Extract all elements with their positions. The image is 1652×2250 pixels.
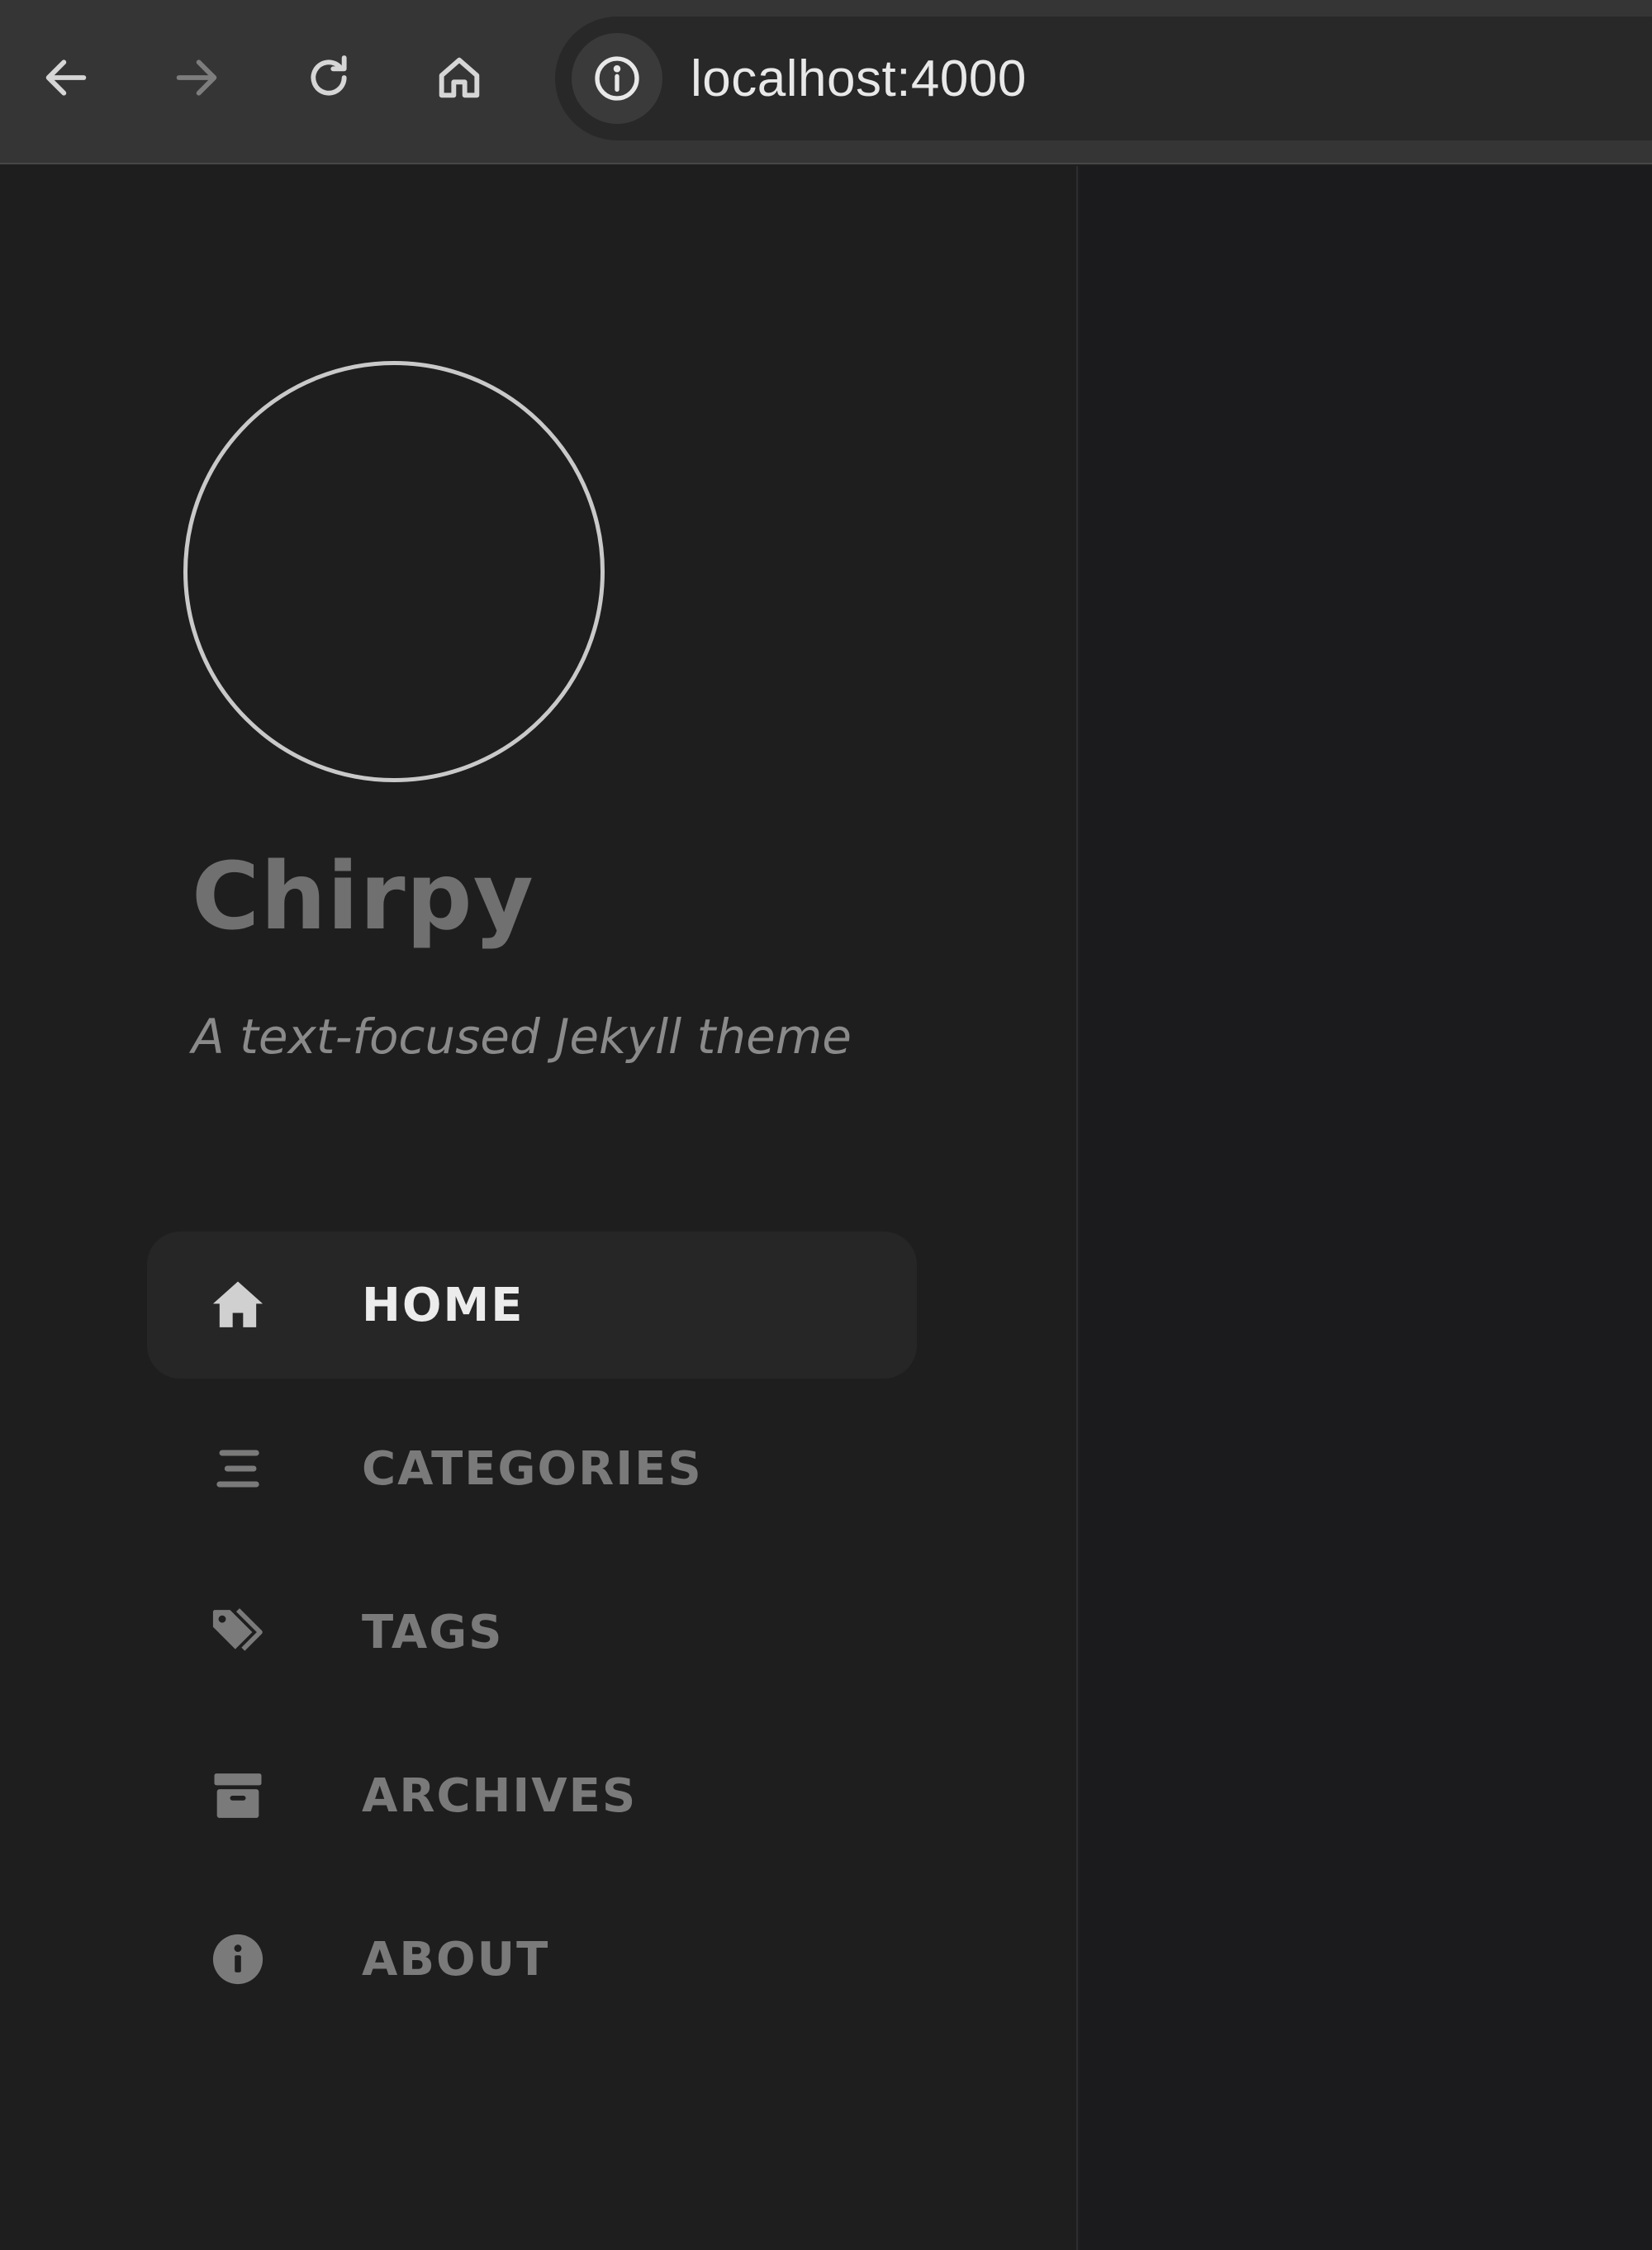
reload-button[interactable] [291, 40, 367, 116]
page: Chirpy A text-focused Jekyll theme HOME … [0, 166, 1652, 2250]
site-info-button[interactable] [572, 33, 662, 124]
url-text[interactable]: localhost:4000 [691, 17, 1027, 140]
sidebar: Chirpy A text-focused Jekyll theme HOME … [0, 166, 1078, 2250]
sidebar-nav: HOME CATEGORIES TAGS ARCHIVES ABOUT [147, 1232, 917, 2049]
browser-toolbar: localhost:4000 [0, 0, 1652, 164]
sidebar-item-label: ABOUT [362, 1932, 550, 1987]
forward-button[interactable] [159, 40, 235, 116]
reload-icon [311, 55, 347, 96]
archive-icon [205, 1763, 271, 1829]
back-button[interactable] [28, 40, 104, 116]
stream-icon [205, 1436, 271, 1502]
sidebar-item-label: HOME [362, 1278, 525, 1332]
info-circle-icon [205, 1926, 271, 1992]
home-icon [205, 1272, 271, 1338]
sidebar-item-label: ARCHIVES [362, 1768, 638, 1823]
sidebar-item-archives[interactable]: ARCHIVES [147, 1722, 917, 1869]
arrow-right-icon [176, 59, 217, 96]
home-button[interactable] [421, 40, 497, 116]
main-content [1080, 166, 1652, 2250]
sidebar-item-tags[interactable]: TAGS [147, 1559, 917, 1706]
address-bar[interactable]: localhost:4000 [555, 17, 1652, 140]
avatar[interactable] [183, 361, 605, 782]
sidebar-item-label: CATEGORIES [362, 1441, 703, 1496]
sidebar-item-categories[interactable]: CATEGORIES [147, 1395, 917, 1542]
site-subtitle: A text-focused Jekyll theme [192, 1009, 852, 1065]
arrow-left-icon [45, 59, 87, 96]
tags-icon [205, 1599, 271, 1665]
site-title[interactable]: Chirpy [192, 843, 534, 951]
sidebar-item-home[interactable]: HOME [147, 1232, 917, 1379]
sidebar-item-about[interactable]: ABOUT [147, 1886, 917, 2033]
sidebar-item-label: TAGS [362, 1605, 504, 1659]
info-circle-icon [595, 56, 639, 101]
home-icon [439, 57, 480, 98]
